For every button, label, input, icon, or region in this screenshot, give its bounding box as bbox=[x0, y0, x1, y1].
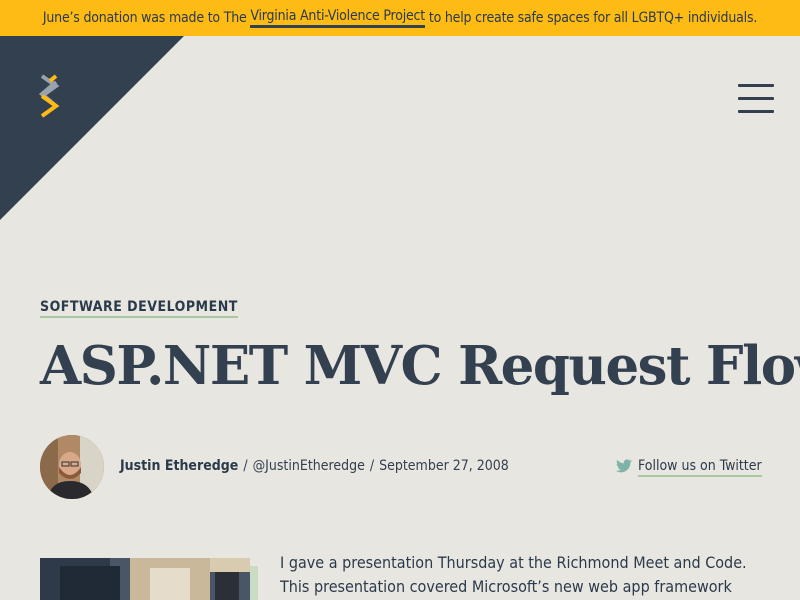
intro-line: I gave a presentation Thursday at the Ri… bbox=[280, 553, 747, 572]
corner-decoration bbox=[0, 36, 184, 220]
avatar bbox=[40, 435, 104, 499]
banner-text-suffix: to help create safe spaces for all LGBTQ… bbox=[425, 10, 758, 26]
follow-twitter-link[interactable]: Follow us on Twitter bbox=[616, 458, 762, 477]
image-accent bbox=[250, 566, 258, 600]
logo-icon[interactable] bbox=[36, 74, 66, 118]
announcement-banner: June’s donation was made to The Virginia… bbox=[0, 0, 800, 36]
byline-separator: / bbox=[369, 458, 375, 474]
author-handle[interactable]: @JustinEtheredge bbox=[253, 458, 365, 474]
banner-link[interactable]: Virginia Anti-Violence Project bbox=[250, 8, 425, 28]
post-date: September 27, 2008 bbox=[379, 458, 509, 474]
intro-line: This presentation covered Microsoft’s ne… bbox=[280, 577, 732, 596]
twitter-icon bbox=[616, 458, 632, 477]
follow-label: Follow us on Twitter bbox=[638, 458, 762, 477]
hamburger-menu-icon[interactable] bbox=[738, 84, 774, 114]
byline-separator: / bbox=[243, 458, 248, 474]
banner-text-prefix: June’s donation was made to The bbox=[42, 10, 251, 26]
article-body: I gave a presentation Thursday at the Ri… bbox=[280, 551, 760, 599]
article-image bbox=[40, 558, 250, 600]
page-title: ASP.NET MVC Request Flow bbox=[40, 335, 800, 397]
author-name[interactable]: Justin Etheredge bbox=[120, 458, 238, 474]
category-link[interactable]: SOFTWARE DEVELOPMENT bbox=[40, 299, 238, 318]
byline: Justin Etheredge / @JustinEtheredge / Septem… bbox=[120, 458, 509, 474]
